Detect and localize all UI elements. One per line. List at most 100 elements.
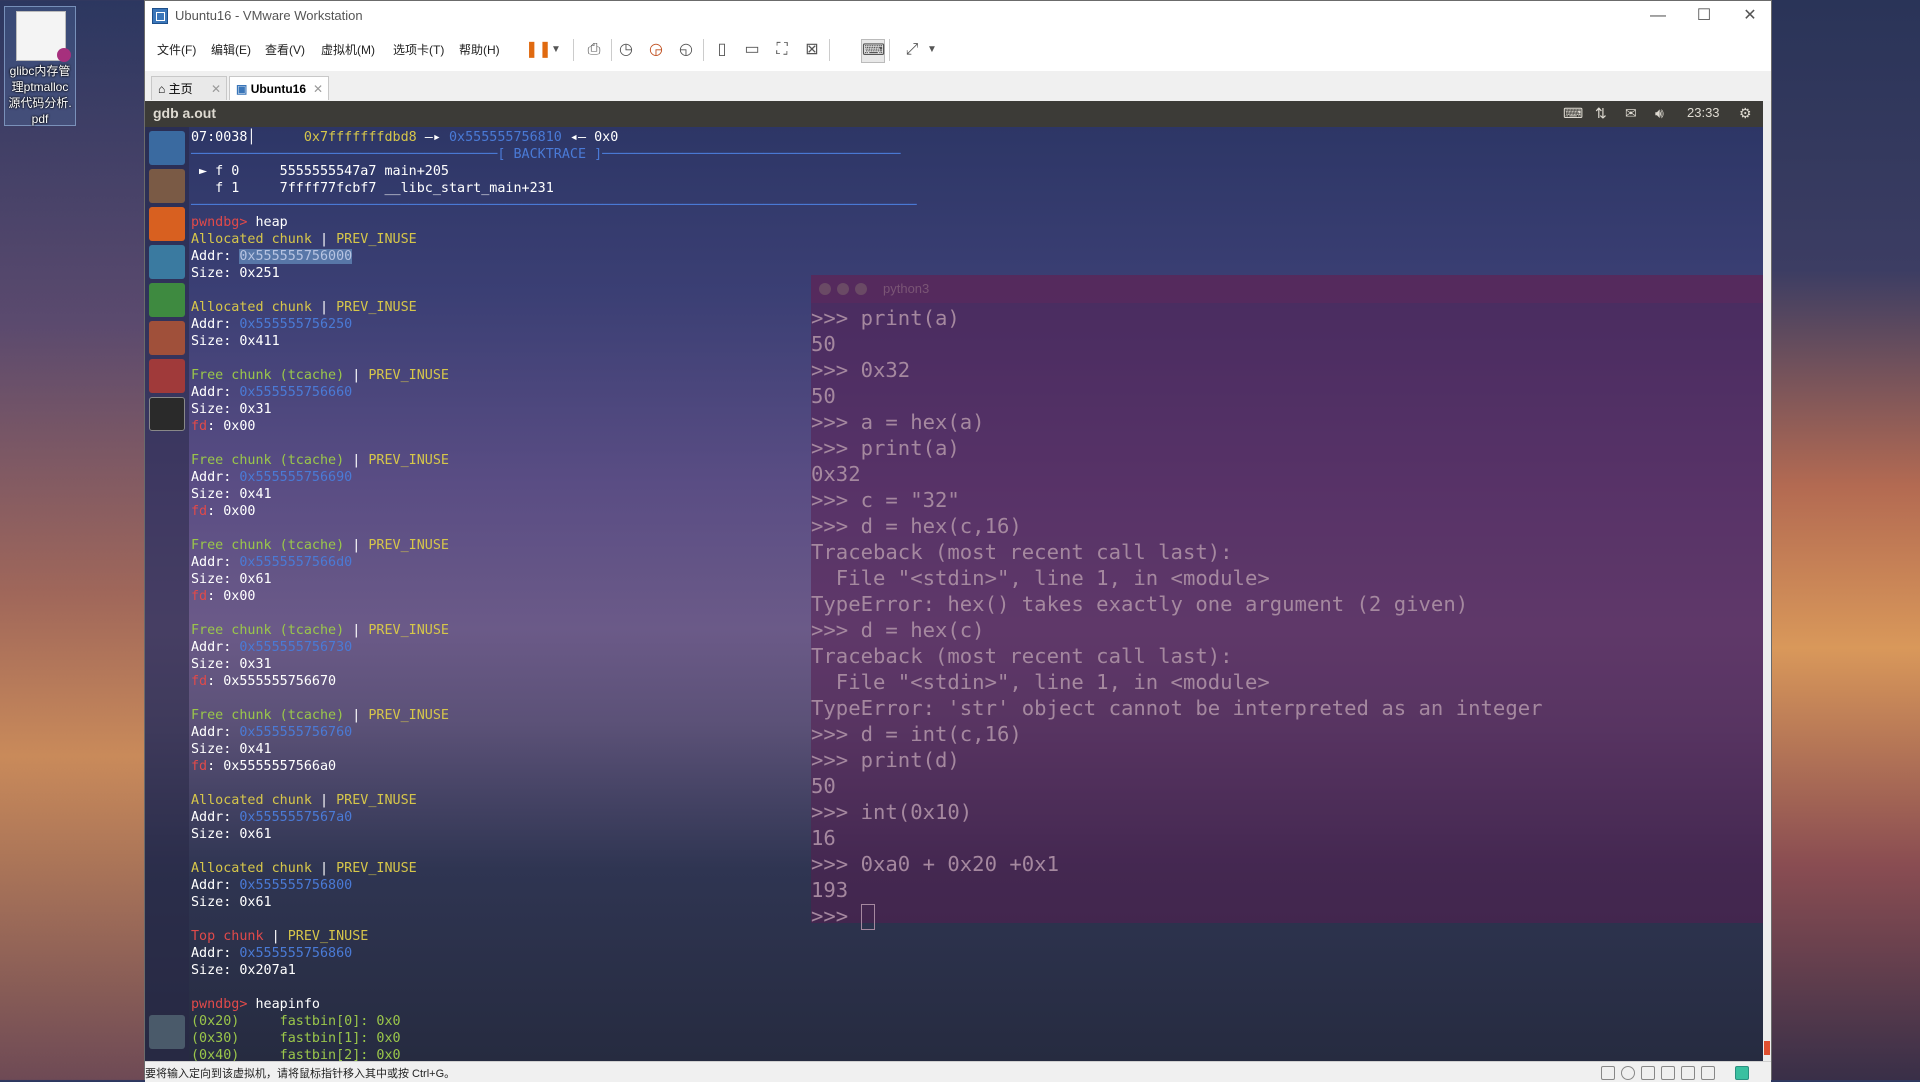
vm-console[interactable]: gdb a.out ⌨ ⇅ ✉ 🔊︎ 23:33 ⚙ 07:0038│ 0x7f… [145,101,1771,1061]
terminal-text: Free chunk (tcache) [191,708,345,723]
libreoffice-calc-icon[interactable] [149,283,185,317]
terminal-text: 0x555555756810 [449,130,562,145]
minimize-button[interactable]: — [1635,1,1681,31]
tab-close-icon[interactable]: ✕ [313,77,323,101]
terminal-line: Addr: 0x5555557566d0 [191,554,352,571]
window-minimize-icon[interactable] [837,283,849,295]
window-title: Ubuntu16 - VMware Workstation [175,8,363,23]
terminal-line: 07:0038│ 0x7fffffffdbd8 —▸ 0x55555575681… [191,129,618,146]
thumbnail-icon[interactable]: ▭ [741,39,763,61]
tab-ubuntu16[interactable]: ▣ Ubuntu16 ✕ [229,76,329,100]
python-line: >>> d = int(c,16) [811,722,1022,746]
menu-help[interactable]: 帮助(H) [459,41,500,58]
tab-home[interactable]: ⌂ 主页 ✕ [151,76,227,100]
python3-window[interactable]: python3 >>> print(a) 50 >>> 0x32 50 >>> a = … [811,275,1771,930]
ubuntu-top-panel: gdb a.out ⌨ ⇅ ✉ 🔊︎ 23:33 ⚙ [145,101,1771,127]
python-line: 16 [811,826,836,850]
terminal-text: PREV_INUSE [336,861,417,876]
system-settings-icon[interactable] [149,359,185,393]
terminal-text: Addr: [191,725,240,740]
terminal-text: fd [191,674,208,689]
terminal-icon[interactable] [149,397,185,431]
terminal-text: 0x555555756760 [239,725,353,740]
send-ctrl-alt-del-icon[interactable]: ⎙ [583,39,605,61]
terminal-text: | [344,623,369,638]
printer-icon[interactable] [1661,1066,1675,1080]
terminal-text: (0x20) fastbin[0]: 0x0 [191,1014,401,1029]
terminal-text: —▸ [416,130,449,145]
sound-icon[interactable] [1681,1066,1695,1080]
menu-tabs[interactable]: 选项卡(T) [393,41,444,58]
trash-icon[interactable] [149,1015,185,1049]
snapshot-manager-icon[interactable]: ◵ [675,39,697,61]
terminal-text: 0x5555557566d0 [239,555,353,570]
menu-view[interactable]: 查看(V) [265,41,305,58]
menu-file[interactable]: 文件(F) [157,41,196,58]
clock[interactable]: 23:33 [1687,105,1720,120]
dropdown-icon[interactable]: ▼ [545,39,567,61]
terminal-text: PREV_INUSE [287,929,369,944]
python-line: TypeError: 'str' object cannot be interp… [811,696,1543,720]
message-log-icon[interactable] [1735,1066,1749,1080]
terminal-line: (0x20) fastbin[0]: 0x0 [191,1013,401,1030]
libreoffice-writer-icon[interactable] [149,245,185,279]
keyboard-icon[interactable]: ⌨ [1563,105,1583,122]
fullscreen-icon[interactable]: ⛶ [771,39,793,61]
libreoffice-impress-icon[interactable] [149,321,185,355]
terminal-text: pwndbg> [191,215,256,230]
terminal-text: PREV_INUSE [336,793,417,808]
terminal-text: : 0x00 [207,419,256,434]
pause-icon[interactable]: ❚❚ [525,39,552,61]
python-line: File "<stdin>", line 1, in <module> [811,670,1270,694]
desktop-file-icon[interactable]: glibc内存管 理ptmalloc 源代码分析. pdf [4,6,76,126]
volume-icon[interactable]: 🔊︎ [1655,105,1664,122]
terminal-line: Allocated chunk | PREV_INUSE [191,299,417,316]
usb-icon[interactable] [1701,1066,1715,1080]
terminal-text: ──────────────────────────────────────[ … [191,147,901,162]
stretch-icon[interactable]: ⤢ [901,39,923,61]
tab-close-icon[interactable]: ✕ [211,77,221,101]
hdd-icon[interactable] [1601,1066,1615,1080]
terminal-text: ◂— 0x0 [561,130,619,145]
firefox-icon[interactable] [149,207,185,241]
terminal-text: Size: 0x411 [191,334,280,349]
window-close-icon[interactable] [819,283,831,295]
network-adapter-icon[interactable] [1641,1066,1655,1080]
menu-vm[interactable]: 虚拟机(M) [321,41,375,58]
unity-icon[interactable]: ⊠ [801,39,823,61]
maximize-button[interactable]: ☐ [1681,1,1727,31]
terminal-line: ──────────────────────────────────────[ … [191,146,900,163]
close-button[interactable]: ✕ [1727,1,1773,31]
settings-icon[interactable]: ⚙ [1739,105,1752,122]
scrollbar-thumb[interactable] [1764,1041,1770,1055]
terminal-line: Free chunk (tcache) | PREV_INUSE [191,537,449,554]
terminal-text: 0x5555557567a0 [239,810,353,825]
console-view-icon[interactable]: ⌨ [861,39,885,63]
python-line: File "<stdin>", line 1, in <module> [811,566,1270,590]
mail-icon[interactable]: ✉ [1625,105,1637,122]
ubuntu-dash-icon[interactable] [149,131,185,165]
sidebar-icon[interactable]: ▯ [711,39,733,61]
files-icon[interactable] [149,169,185,203]
cd-icon[interactable] [1621,1066,1635,1080]
terminal-text: PREV_INUSE [336,232,417,247]
terminal-text: Size: 0x31 [191,657,272,672]
revert-snapshot-icon[interactable]: ◶ [645,39,667,61]
python-line: >>> a = hex(a) [811,410,985,434]
python3-title-bar[interactable]: python3 [811,275,1771,303]
window-maximize-icon[interactable] [855,283,867,295]
ubuntu-launcher [145,127,189,1061]
terminal-text: | [311,793,337,808]
terminal-text: 07:0038│ [191,130,304,145]
terminal-text: f 1 7ffff77fcbf7 __libc_start_main+231 [191,181,554,196]
snapshot-icon[interactable]: ◷ [615,39,637,61]
vertical-scrollbar[interactable] [1763,101,1771,1061]
terminal-text: | [311,300,337,315]
python-prompt-line[interactable]: >>> [811,903,875,930]
dropdown-icon[interactable]: ▼ [921,39,943,61]
terminal-text: Free chunk (tcache) [191,538,345,553]
network-icon[interactable]: ⇅ [1595,105,1607,122]
terminal-text: 0x555555756250 [239,317,353,332]
title-bar[interactable]: Ubuntu16 - VMware Workstation — ☐ ✕ [145,1,1771,31]
menu-edit[interactable]: 编辑(E) [211,41,251,58]
